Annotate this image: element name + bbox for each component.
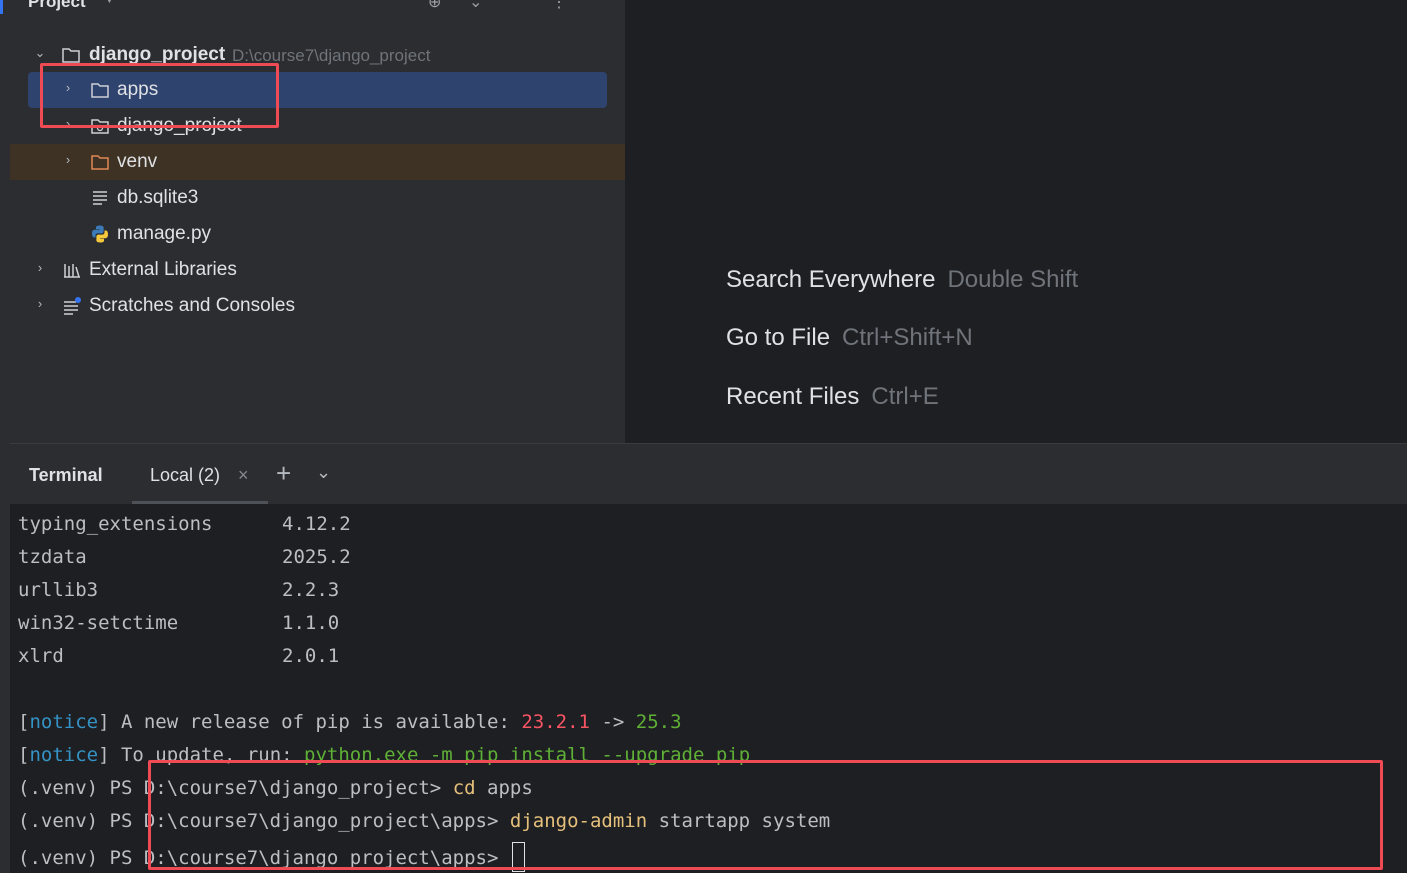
- expand-all-icon[interactable]: ⌄: [469, 0, 482, 12]
- excluded-folder-icon: [91, 155, 109, 170]
- hint-action: Search Everywhere: [726, 266, 936, 293]
- external-libraries-label: External Libraries: [89, 259, 237, 280]
- django-project-label: django_project: [117, 115, 242, 136]
- tree-item-venv[interactable]: › venv: [10, 144, 625, 180]
- package-row: typing_extensions 4.12.2: [18, 513, 351, 535]
- active-tool-indicator: [0, 0, 3, 14]
- manage-label: manage.py: [117, 223, 212, 244]
- folder-icon: [62, 48, 80, 63]
- chevron-down-icon[interactable]: ▼: [104, 0, 115, 6]
- hint-search-everywhere[interactable]: Search Everywhere Double Shift: [726, 266, 1078, 294]
- package-row: urllib3 2.2.3: [18, 579, 340, 601]
- python-file-icon: [92, 225, 108, 243]
- chevron-right-icon[interactable]: ›: [61, 80, 75, 95]
- close-icon[interactable]: ×: [238, 465, 249, 486]
- chevron-down-icon[interactable]: ⌄: [316, 462, 331, 483]
- text-file-icon: [93, 191, 107, 205]
- left-tool-strip: [0, 0, 10, 873]
- tree-item-manage[interactable]: manage.py: [10, 216, 625, 252]
- library-icon: [64, 264, 80, 278]
- hint-action: Recent Files: [726, 383, 860, 410]
- db-label: db.sqlite3: [117, 187, 199, 208]
- prompt-line: (.venv) PS D:\course7\django_project\app…: [18, 810, 831, 832]
- collapse-all-icon[interactable]: ⌃: [508, 0, 521, 12]
- hint-shortcut: Ctrl+Shift+N: [842, 324, 973, 351]
- package-row: win32-setctime 1.1.0: [18, 612, 340, 634]
- editor-area: Search Everywhere Double Shift Go to File…: [626, 0, 1407, 443]
- scratches-icon: [64, 297, 81, 315]
- tree-item-external-libraries[interactable]: › External Libraries: [10, 252, 625, 288]
- tab-local[interactable]: Local (2): [150, 465, 220, 486]
- chevron-right-icon[interactable]: ›: [33, 260, 47, 275]
- hint-action: Go to File: [726, 324, 831, 351]
- hint-go-to-file[interactable]: Go to File Ctrl+Shift+N: [726, 324, 973, 352]
- apps-label: apps: [117, 79, 159, 100]
- scratches-label: Scratches and Consoles: [89, 295, 295, 316]
- tree-item-apps[interactable]: › apps: [28, 72, 607, 108]
- terminal-header: Terminal Local (2) × + ⌄: [10, 444, 1407, 504]
- chevron-down-icon[interactable]: ⌄: [33, 45, 47, 61]
- tree-item-db[interactable]: db.sqlite3: [10, 180, 625, 216]
- chevron-right-icon[interactable]: ›: [33, 296, 47, 311]
- package-row: tzdata 2025.2: [18, 546, 351, 568]
- pip-update-line: [notice] To update, run: python.exe -m p…: [18, 744, 751, 766]
- tree-item-django-project[interactable]: › django_project: [10, 108, 625, 144]
- terminal-title: Terminal: [29, 465, 103, 485]
- hint-shortcut: Double Shift: [947, 266, 1079, 293]
- more-options-icon[interactable]: ⋮: [551, 0, 567, 12]
- project-tool-window: Project ▼ ⊕ ⌄ ⌃ ⋮ ⌄ django_project D:\co…: [10, 0, 625, 443]
- locate-icon[interactable]: ⊕: [428, 0, 441, 12]
- pip-notice-line: [notice] A new release of pip is availab…: [18, 711, 682, 733]
- root-folder-label: django_project: [89, 44, 226, 65]
- text-cursor: [511, 842, 525, 872]
- package-row: xlrd 2.0.1: [18, 645, 340, 667]
- hint-shortcut: Ctrl+E: [871, 383, 939, 410]
- chevron-right-icon[interactable]: ›: [61, 152, 75, 167]
- chevron-right-icon[interactable]: ›: [61, 116, 75, 131]
- add-tab-icon[interactable]: +: [276, 458, 291, 489]
- prompt-line-current[interactable]: (.venv) PS D:\course7\django_project\app…: [18, 842, 525, 872]
- package-folder-icon: [91, 119, 109, 134]
- tree-item-root[interactable]: ⌄ django_project D:\course7\django_proje…: [10, 37, 625, 73]
- prompt-line: (.venv) PS D:\course7\django_project> cd…: [18, 777, 533, 799]
- root-folder-path: D:\course7\django_project: [232, 46, 431, 65]
- tree-item-scratches[interactable]: › Scratches and Consoles: [10, 288, 625, 324]
- project-panel-title[interactable]: Project: [28, 0, 86, 12]
- venv-label: venv: [117, 151, 158, 172]
- terminal-output[interactable]: typing_extensions 4.12.2 tzdata 2025.2 url…: [10, 504, 1407, 873]
- hint-recent-files[interactable]: Recent Files Ctrl+E: [726, 383, 939, 411]
- folder-icon: [91, 83, 109, 98]
